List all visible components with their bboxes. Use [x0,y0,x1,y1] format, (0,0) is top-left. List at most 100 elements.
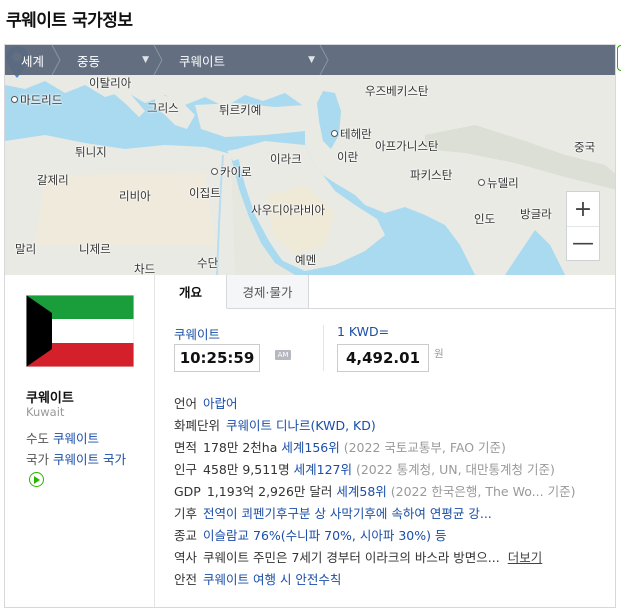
zoom-out-button[interactable]: — [567,226,599,260]
map-label-tehran: 테헤란 [331,126,372,142]
page-title: 쿠웨이트 국가정보 [6,11,133,31]
fact-key: 기후 [174,506,198,521]
fact-key: GDP [174,484,201,499]
map-label-chad: 차드 [134,262,156,275]
chevron-down-icon: ▼ [142,55,149,65]
fact-population: 인구 458만 9,511명 세계127위 (2022 통계청, UN, 대만통계… [174,459,614,481]
gdp-rank-link[interactable]: 세계58위 [336,484,386,499]
divider [323,325,324,371]
fact-key: 화폐단위 [174,418,221,433]
fact-key: 언어 [174,396,198,411]
play-icon[interactable] [29,472,44,487]
fact-history: 역사 쿠웨이트 주민은 7세기 경부터 이라크의 바스라 방면으... 더보기 [174,547,614,569]
area-value: 178만 2천ha [203,440,278,455]
region-breadcrumb: 세계 중동 ▼ 쿠웨이트 ▼ [5,45,615,75]
gdp-source-tail: 기준) [547,484,576,499]
exchange-rate-unit: 원 [434,348,444,360]
map-label-mali: 말리 [15,242,37,256]
exchange-rate-value: 4,492.01 [337,344,429,372]
map-label-egypt: 이집트 [189,186,221,200]
fact-key: 종교 [174,528,198,543]
anthem-link[interactable]: 쿠웨이트 국가 [53,452,126,467]
map-label-afghanistan: 아프가니스탄 [375,139,439,153]
fact-key: 면적 [174,440,198,455]
safety-link[interactable]: 쿠웨이트 여행 시 안전수칙 [203,572,341,587]
climate-link[interactable]: 전역이 쾨펜기후구분 상 사막기후에 속하여 연평균 강... [203,506,492,521]
map-label-saudi: 사우디아라비아 [251,203,326,217]
local-time-label: 쿠웨이트 [174,327,221,342]
map-label-algeria: 갈제리 [37,173,69,187]
fact-language: 언어 아랍어 [174,393,614,415]
country-facts: 언어 아랍어 화폐단위 쿠웨이트 디나르(KWD, KD) 면적 178만 2천ha … [174,393,614,591]
map-label-sudan: 수단 [197,256,219,270]
exchange-rate-label: 1 KWD= [337,324,390,339]
map-label-turkey: 튀르키예 [219,103,262,117]
chevron-down-icon: ▼ [308,55,315,65]
breadcrumb-region-label: 중동 [77,53,101,69]
gdp-source: (2022 한국은행, The Wo... [390,484,544,499]
map-label-libya: 리비아 [119,189,151,203]
population-rank-link[interactable]: 세계127위 [294,462,352,477]
map-label-india: 인도 [474,212,496,226]
area-rank-link[interactable]: 세계156위 [281,440,339,455]
map-label-iraq: 이라크 [270,152,302,166]
kuwait-flag-icon [26,295,134,367]
breadcrumb-separator-icon [51,45,61,75]
country-info-card: 이탈리아 마드리드 그리스 튀르키예 우즈베키스탄 테헤란 튀니지 아프가니스탄… [4,44,616,608]
capital-label: 수도 [26,431,50,446]
tab-economy-prices[interactable]: 경제·물가 [227,275,309,309]
breadcrumb-separator-icon [153,45,163,75]
map-label-china: 중국 [574,140,596,154]
fact-key: 인구 [174,462,198,477]
breadcrumb-separator-icon [319,45,329,75]
fact-key: 역사 [174,550,198,565]
gdp-value: 1,193억 2,926만 달러 [206,484,333,499]
fact-gdp: GDP 1,193억 2,926만 달러 세계58위 (2022 한국은행, Th… [174,481,614,503]
country-name: 쿠웨이트 [26,391,74,406]
area-source: (2022 국토교통부, FAO 기준) [343,440,506,455]
breadcrumb-country[interactable]: 쿠웨이트 ▼ [163,45,329,75]
breadcrumb-world[interactable]: 세계 [5,45,61,75]
religion-link[interactable]: 이슬람교 76%(수니파 70%, 시아파 30%) 등 [203,528,446,543]
population-source: (2022 통계청, UN, 대만통계청 기준) [355,462,555,477]
map-label-pakistan: 파키스탄 [410,168,453,182]
capital-row: 수도 쿠웨이트 [26,429,99,449]
country-summary: 쿠웨이트 Kuwait 수도 쿠웨이트 국가 쿠웨이트 국가 [5,275,155,607]
language-link[interactable]: 아랍어 [203,396,238,411]
breadcrumb-region[interactable]: 중동 ▼ [61,45,163,75]
map-label-greece: 그리스 [147,101,179,115]
history-text: 쿠웨이트 주민은 7세기 경부터 이라크의 바스라 방면으... [203,550,500,565]
breadcrumb-country-label: 쿠웨이트 [179,53,226,69]
map-label-iran: 이란 [337,150,359,164]
currency-link[interactable]: 쿠웨이트 디나르(KWD, KD) [226,418,376,433]
am-pm-badge: AM [275,350,291,360]
anthem-label: 국가 [26,452,50,467]
country-map[interactable]: 이탈리아 마드리드 그리스 튀르키예 우즈베키스탄 테헤란 튀니지 아프가니스탄… [5,45,615,275]
fact-currency: 화폐단위 쿠웨이트 디나르(KWD, KD) [174,415,614,437]
map-label-italy: 이탈리아 [89,76,132,90]
map-zoom-control: + — [566,191,600,261]
info-tabs: 개요 경제·물가 [155,275,615,309]
zoom-in-button[interactable]: + [567,192,599,226]
map-label-tunisia: 튀니지 [75,145,107,159]
side-toggle-edge[interactable] [617,45,621,71]
tab-overview[interactable]: 개요 [155,275,227,309]
capital-link[interactable]: 쿠웨이트 [53,431,99,446]
local-time-display: 10:25:59 [174,344,260,372]
map-label-madrid: 마드리드 [11,92,62,108]
anthem-row: 국가 쿠웨이트 국가 [26,450,138,490]
fact-area: 면적 178만 2천ha 세계156위 (2022 국토교통부, FAO 기준) [174,437,614,459]
breadcrumb-world-label: 세계 [21,53,45,69]
country-name-english: Kuwait [26,405,65,419]
map-label-newdelhi: 뉴델리 [478,175,519,191]
fact-key: 안전 [174,572,198,587]
map-label-bangladesh: 방글라 [520,207,552,221]
fact-safety: 안전 쿠웨이트 여행 시 안전수칙 [174,569,614,591]
fact-climate: 기후 전역이 쾨펜기후구분 상 사막기후에 속하여 연평균 강... [174,503,614,525]
map-label-cairo: 카이로 [211,164,252,180]
history-more-link[interactable]: 더보기 [508,550,543,565]
fact-religion: 종교 이슬람교 76%(수니파 70%, 시아파 30%) 등 [174,525,614,547]
map-label-niger: 니제르 [79,242,111,256]
population-value: 458만 9,511명 [203,462,290,477]
map-label-yemen: 예멘 [295,253,317,267]
